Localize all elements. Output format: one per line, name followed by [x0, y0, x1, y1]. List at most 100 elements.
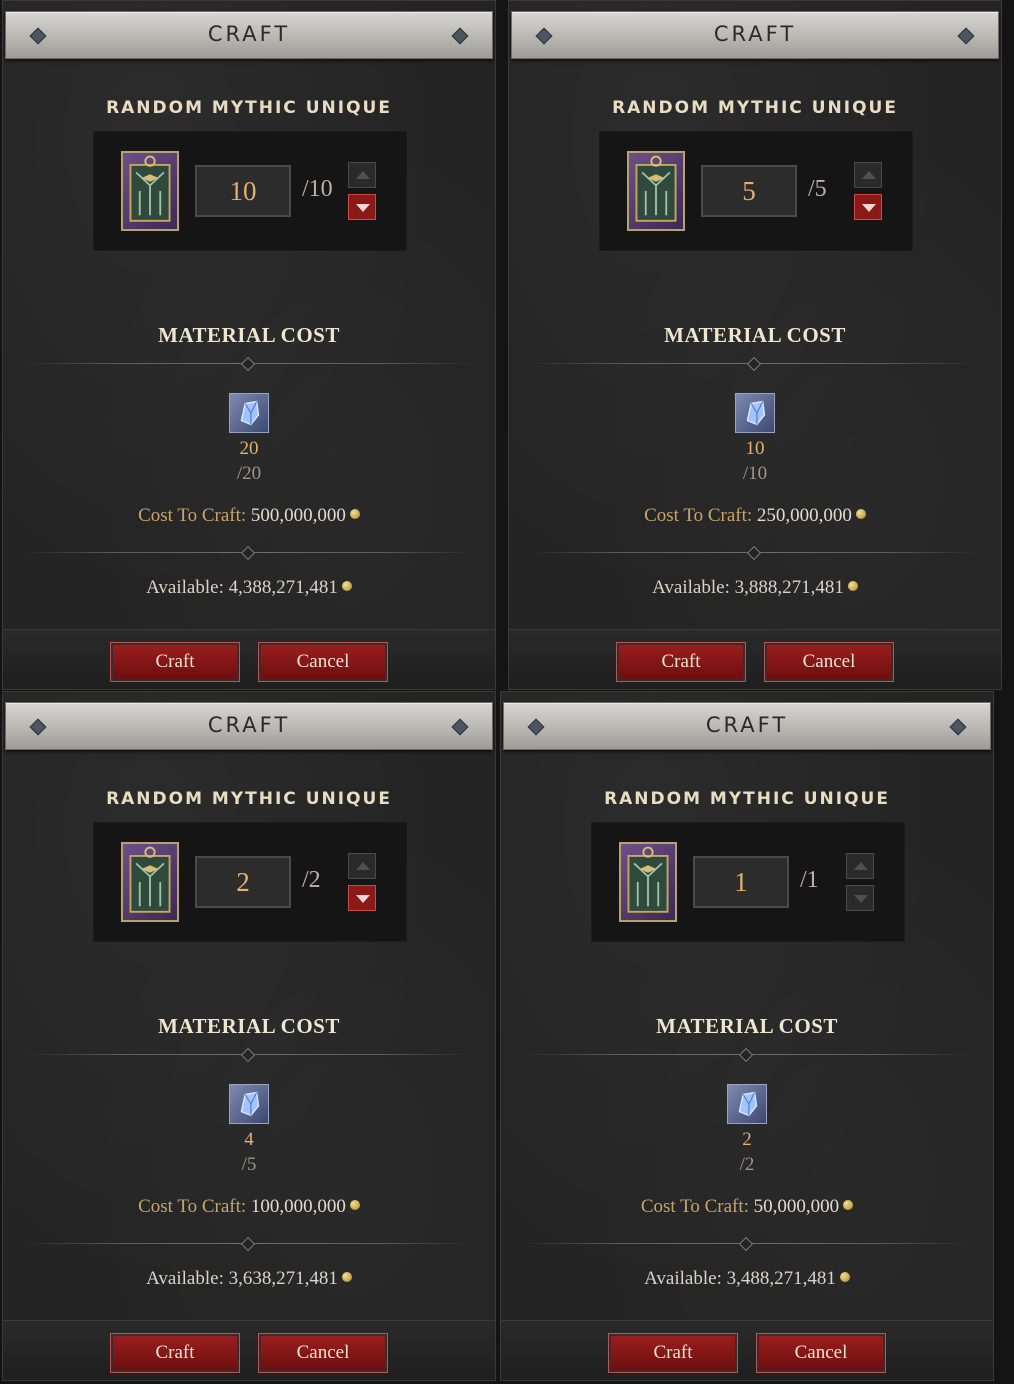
decrease-button[interactable] [348, 194, 376, 220]
cancel-button[interactable]: Cancel [258, 1333, 388, 1373]
cost-label: Cost To Craft: [138, 1196, 247, 1217]
mythic-cache-icon [619, 842, 677, 922]
panel-titlebar: CRAFT [503, 702, 991, 750]
gold-coin-icon [847, 581, 858, 591]
panel-titlebar: CRAFT [511, 11, 999, 59]
divider [25, 1236, 473, 1252]
cost-to-craft: Cost To Craft: 50,000,000 [501, 1196, 993, 1218]
gold-coin-icon [341, 1272, 352, 1282]
increase-button[interactable] [854, 162, 882, 188]
material-required: /2 [739, 1154, 755, 1175]
material-owned: 4 [244, 1129, 254, 1150]
material-owned: 2 [742, 1129, 752, 1150]
quantity-max: /10 [302, 176, 333, 202]
cost-value: 250,000,000 [756, 505, 852, 526]
divider [531, 545, 979, 561]
cost-label: Cost To Craft: [138, 505, 247, 526]
craft-button[interactable]: Craft [608, 1333, 738, 1373]
available-value: 4,388,271,481 [228, 577, 338, 598]
increase-button[interactable] [348, 162, 376, 188]
craft-panel-1: CRAFT RANDOM MYTHIC UNIQUE 10 /10 MATERI… [2, 0, 496, 690]
panel-footer: Craft Cancel [3, 1320, 495, 1380]
cost-value: 100,000,000 [250, 1196, 346, 1217]
resplendent-spark-icon [727, 1084, 767, 1124]
material-required: /20 [236, 463, 262, 484]
divider-ornament-icon [240, 545, 256, 561]
divider [25, 356, 473, 372]
divider-ornament-icon [240, 1047, 256, 1063]
material-required: /5 [241, 1154, 257, 1175]
divider-ornament-icon [738, 1236, 754, 1252]
panel-title: CRAFT [207, 713, 291, 737]
craft-button[interactable]: Craft [110, 1333, 240, 1373]
divider [25, 545, 473, 561]
mythic-cache-icon [121, 151, 179, 231]
panel-footer: Craft Cancel [3, 629, 495, 689]
arrow-down-icon [854, 895, 868, 903]
divider-ornament-icon [240, 356, 256, 372]
resplendent-spark-icon [229, 393, 269, 433]
divider [523, 1047, 971, 1063]
craft-button[interactable]: Craft [110, 642, 240, 682]
divider [25, 1047, 473, 1063]
available-label: Available: [644, 1268, 722, 1289]
divider-ornament-icon [746, 545, 762, 561]
available-value: 3,888,271,481 [734, 577, 844, 598]
panel-title: CRAFT [705, 713, 789, 737]
available-value: 3,638,271,481 [228, 1268, 338, 1289]
mythic-cache-icon [121, 842, 179, 922]
quantity-selector: 5 /5 [599, 131, 913, 251]
divider [531, 356, 979, 372]
material-cost-header: MATERIAL COST [656, 1014, 838, 1038]
gold-coin-icon [349, 1200, 360, 1210]
item-name: RANDOM MYTHIC UNIQUE [106, 789, 392, 809]
arrow-up-icon [356, 862, 370, 870]
divider [523, 1236, 971, 1252]
decrease-button[interactable] [348, 885, 376, 911]
divider-ornament-icon [746, 356, 762, 372]
panel-title: CRAFT [713, 22, 797, 46]
panel-titlebar: CRAFT [5, 702, 493, 750]
cost-value: 50,000,000 [753, 1196, 840, 1217]
mythic-cache-icon [627, 151, 685, 231]
panel-footer: Craft Cancel [501, 1320, 993, 1380]
decrease-button[interactable] [846, 885, 874, 911]
gold-coin-icon [839, 1272, 850, 1282]
quantity-input[interactable]: 2 [195, 856, 291, 908]
cost-label: Cost To Craft: [640, 1196, 749, 1217]
available-label: Available: [146, 577, 224, 598]
quantity-input[interactable]: 5 [701, 165, 797, 217]
arrow-up-icon [356, 171, 370, 179]
arrow-up-icon [854, 862, 868, 870]
panel-titlebar: CRAFT [5, 11, 493, 59]
item-name: RANDOM MYTHIC UNIQUE [604, 789, 890, 809]
panel-footer: Craft Cancel [509, 629, 1001, 689]
material-owned: 20 [239, 438, 259, 459]
divider-ornament-icon [738, 1047, 754, 1063]
divider-ornament-icon [240, 1236, 256, 1252]
increase-button[interactable] [348, 853, 376, 879]
available-gold: Available: 3,488,271,481 [501, 1268, 993, 1290]
quantity-max: /5 [808, 176, 827, 202]
material-cost-header: MATERIAL COST [158, 323, 340, 347]
quantity-input[interactable]: 1 [693, 856, 789, 908]
available-label: Available: [146, 1268, 224, 1289]
gold-coin-icon [843, 1200, 854, 1210]
increase-button[interactable] [846, 853, 874, 879]
craft-button[interactable]: Craft [616, 642, 746, 682]
cancel-button[interactable]: Cancel [258, 642, 388, 682]
quantity-max: /2 [302, 867, 321, 893]
material-cost-header: MATERIAL COST [158, 1014, 340, 1038]
resplendent-spark-icon [229, 1084, 269, 1124]
cancel-button[interactable]: Cancel [764, 642, 894, 682]
decrease-button[interactable] [854, 194, 882, 220]
material-owned: 10 [745, 438, 765, 459]
cost-label: Cost To Craft: [644, 505, 753, 526]
cancel-button[interactable]: Cancel [756, 1333, 886, 1373]
available-gold: Available: 3,888,271,481 [509, 577, 1001, 599]
item-name: RANDOM MYTHIC UNIQUE [106, 98, 392, 118]
cost-to-craft: Cost To Craft: 250,000,000 [509, 505, 1001, 527]
quantity-input[interactable]: 10 [195, 165, 291, 217]
available-label: Available: [652, 577, 730, 598]
arrow-down-icon [356, 204, 370, 212]
